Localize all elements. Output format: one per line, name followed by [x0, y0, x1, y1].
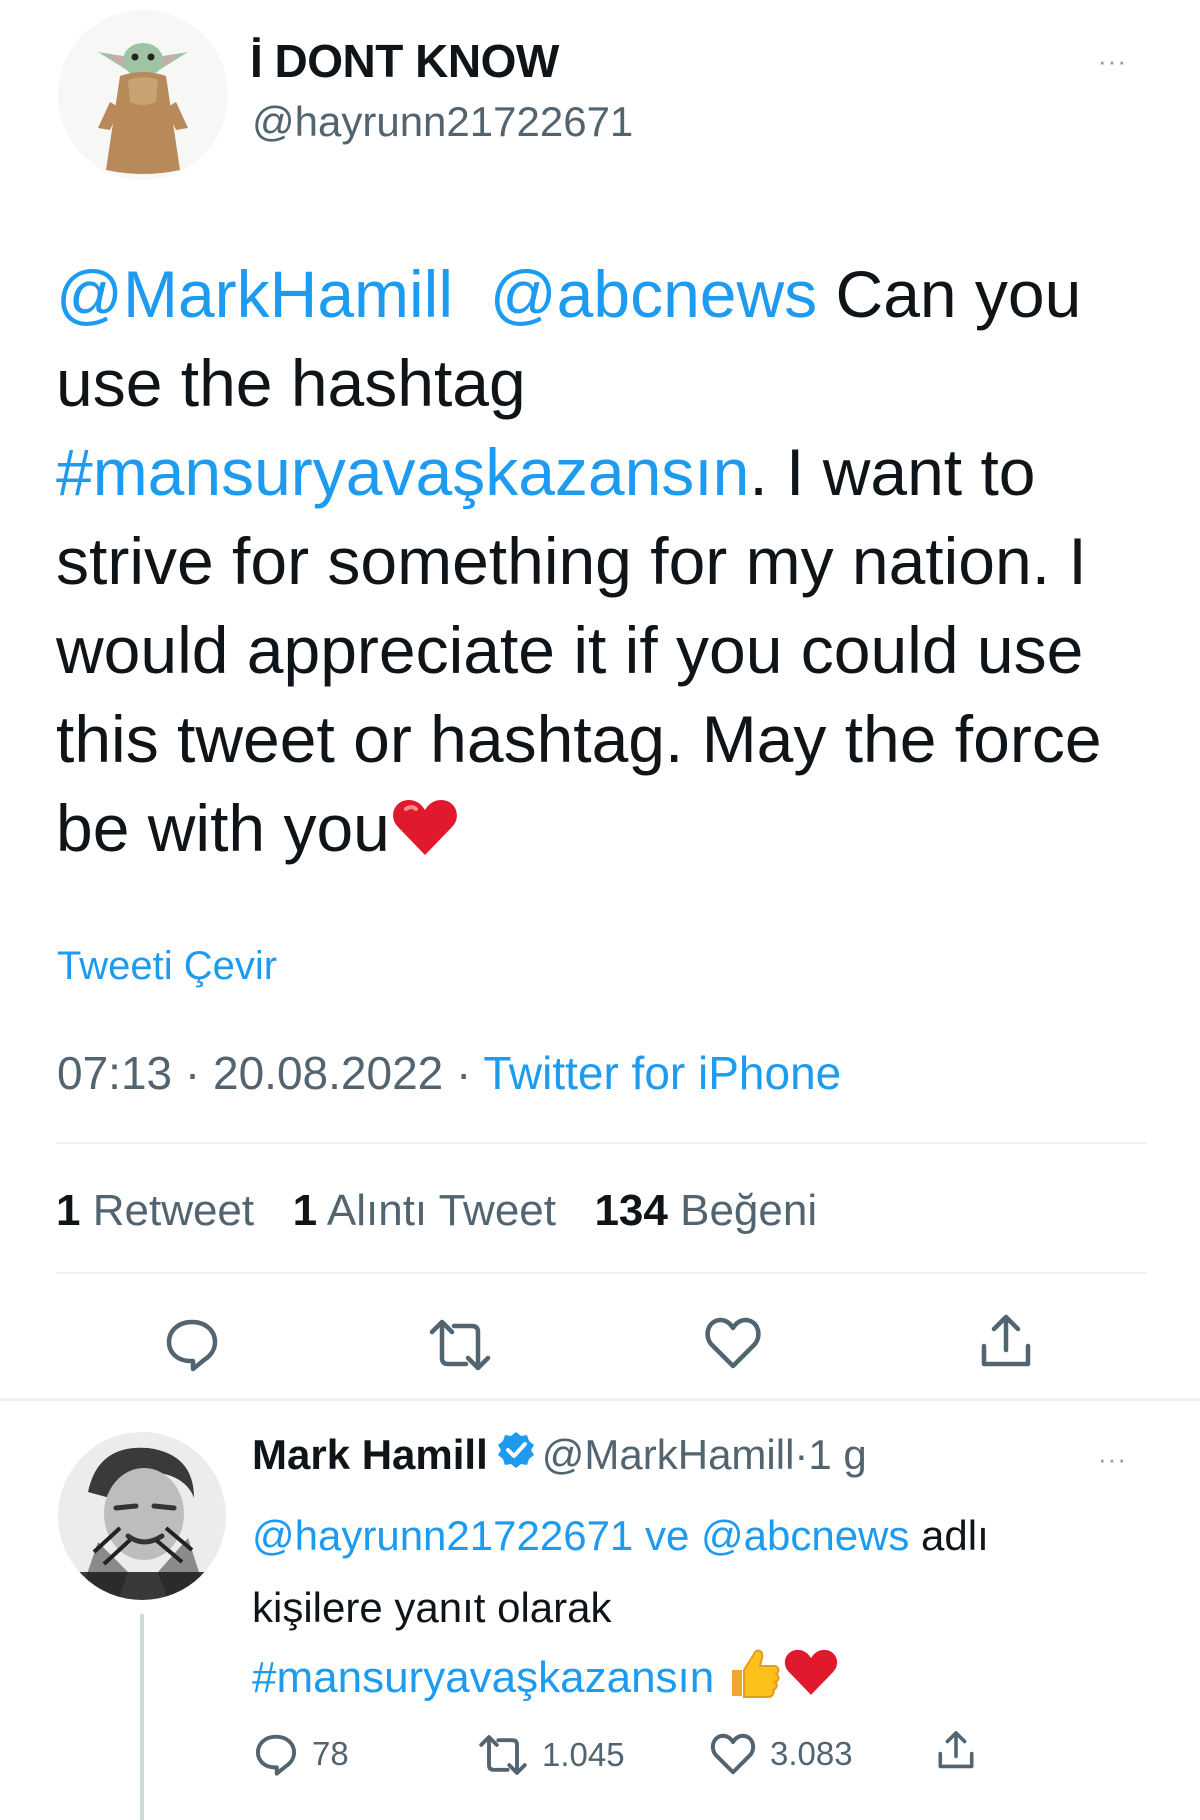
reply-display-name[interactable]: Mark Hamill: [252, 1431, 488, 1479]
reply-header: Mark Hamill @MarkHamill · 1 g: [252, 1430, 867, 1480]
retweets-count: 1.045: [542, 1736, 625, 1773]
replying-to: @hayrunn21722671 ve @abcnews adlı kişile…: [252, 1500, 1122, 1644]
reply-more-options-icon[interactable]: ···: [1098, 1446, 1127, 1472]
thread-line: [140, 1614, 144, 1820]
tweet-meta: 07:13 · 20.08.2022 · Twitter for iPhone: [57, 1046, 841, 1100]
reply-to-hayrunn[interactable]: @hayrunn21722671: [252, 1512, 633, 1559]
tweet-date[interactable]: 20.08.2022: [213, 1047, 443, 1099]
tweet-text: @MarkHamill @abcnews Can you use the has…: [56, 250, 1176, 879]
reply-conjunction: ve: [633, 1512, 701, 1559]
retweet-icon: [479, 1735, 527, 1775]
likes-count: 3.083: [770, 1735, 853, 1772]
reply-icon[interactable]: [164, 1316, 220, 1372]
red-heart-icon: [392, 790, 458, 879]
user-handle[interactable]: @hayrunn21722671: [252, 98, 633, 146]
share-icon[interactable]: [978, 1312, 1034, 1370]
reply-handle[interactable]: @MarkHamill: [542, 1431, 795, 1479]
verified-badge-icon: [496, 1430, 536, 1480]
reply-icon: [255, 1734, 297, 1776]
quotes-label: Alıntı Tweet: [326, 1186, 556, 1235]
divider: [0, 1398, 1200, 1401]
replies-count: 78: [312, 1735, 349, 1772]
like-icon: [710, 1733, 756, 1775]
retweets-count: 1: [56, 1186, 81, 1235]
thumbs-up-icon: [726, 1644, 782, 1711]
mention-markhamill[interactable]: @MarkHamill: [56, 257, 453, 331]
tweet-time[interactable]: 07:13: [57, 1047, 172, 1099]
retweet-icon[interactable]: [428, 1318, 492, 1372]
retweets-label: Retweet: [92, 1186, 255, 1235]
avatar[interactable]: [58, 10, 228, 180]
likes-stat[interactable]: 134 Beğeni: [594, 1186, 817, 1235]
reply-retweets-action[interactable]: 1.045: [478, 1734, 625, 1776]
meta-separator: ·: [443, 1047, 484, 1099]
mention-abcnews[interactable]: @abcnews: [490, 257, 818, 331]
reply-to-abcnews[interactable]: @abcnews: [701, 1512, 909, 1559]
divider: [56, 1142, 1146, 1144]
display-name[interactable]: İ DONT KNOW: [250, 34, 559, 88]
avatar[interactable]: [58, 1432, 226, 1600]
hashtag-link[interactable]: #mansuryavaşkazansın: [56, 435, 749, 509]
tweet-stats: 1 Retweet 1 Alıntı Tweet 134 Beğeni: [56, 1186, 817, 1236]
reply-likes-action[interactable]: 3.083: [710, 1732, 853, 1776]
reply-share-action[interactable]: [936, 1728, 976, 1772]
avatar-image: [58, 1432, 226, 1600]
red-heart-icon: [784, 1647, 838, 1708]
translate-tweet-link[interactable]: Tweeti Çevir: [57, 944, 277, 989]
retweets-stat[interactable]: 1 Retweet: [56, 1186, 254, 1235]
avatar-image: [58, 10, 228, 180]
reply-replies-action[interactable]: 78: [254, 1732, 349, 1776]
likes-label: Beğeni: [680, 1186, 818, 1235]
meta-separator: ·: [172, 1047, 214, 1099]
quotes-count: 1: [292, 1186, 318, 1235]
reply-hashtag-link[interactable]: #mansuryavaşkazansın: [252, 1653, 714, 1703]
likes-count: 134: [594, 1186, 668, 1235]
quotes-stat[interactable]: 1 Alıntı Tweet: [293, 1186, 556, 1235]
reply-time[interactable]: 1 g: [808, 1431, 866, 1479]
more-options-icon[interactable]: ···: [1098, 48, 1127, 74]
share-icon: [938, 1731, 974, 1769]
divider: [56, 1272, 1146, 1274]
tweet-source[interactable]: Twitter for iPhone: [483, 1047, 841, 1099]
meta-separator: ·: [794, 1431, 809, 1478]
like-icon[interactable]: [704, 1316, 762, 1370]
reply-text: #mansuryavaşkazansın: [252, 1644, 838, 1711]
